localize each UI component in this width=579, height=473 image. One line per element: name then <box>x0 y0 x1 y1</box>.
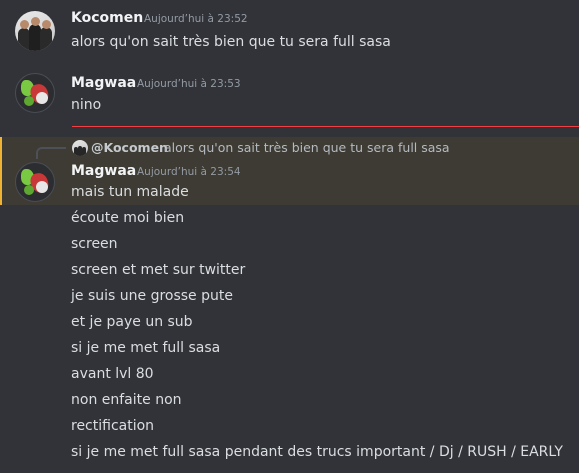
message-text: mais tun malade <box>71 184 189 200</box>
mention-highlight-bar <box>0 137 2 205</box>
message-text: avant lvl 80 <box>71 366 154 382</box>
avatar[interactable] <box>15 162 55 202</box>
avatar[interactable] <box>15 11 55 51</box>
message-text: je suis une grosse pute <box>71 288 233 304</box>
message-username[interactable]: Magwaa <box>71 163 136 179</box>
message-timestamp: Aujourd’hui à 23:52 <box>144 13 248 25</box>
avatar[interactable] <box>15 73 55 113</box>
message-text: rectification <box>71 418 155 434</box>
message-text: si je me met full sasa <box>71 340 221 356</box>
message-text: nino <box>71 97 102 113</box>
message-text: non enfaite non <box>71 392 182 408</box>
message-timestamp: Aujourd’hui à 23:53 <box>137 78 241 90</box>
message-text: écoute moi bien <box>71 210 185 226</box>
message-text: et je paye un sub <box>71 314 193 330</box>
message-text: si je me met full sasa pendant des trucs… <box>71 444 563 460</box>
reply-author[interactable]: @Kocomen <box>91 140 168 155</box>
message-username[interactable]: Kocomen <box>71 10 143 26</box>
new-messages-divider <box>72 126 579 127</box>
reply-avatar <box>72 140 88 156</box>
message-text: screen et met sur twitter <box>71 262 246 278</box>
reply-spine <box>36 147 66 159</box>
message-text: screen <box>71 236 118 252</box>
message-username[interactable]: Magwaa <box>71 75 136 91</box>
message-timestamp: Aujourd’hui à 23:54 <box>137 166 241 178</box>
reply-text[interactable]: alors qu'on sait très bien que tu sera f… <box>164 140 450 155</box>
message-text: alors qu'on sait très bien que tu sera f… <box>71 34 391 50</box>
